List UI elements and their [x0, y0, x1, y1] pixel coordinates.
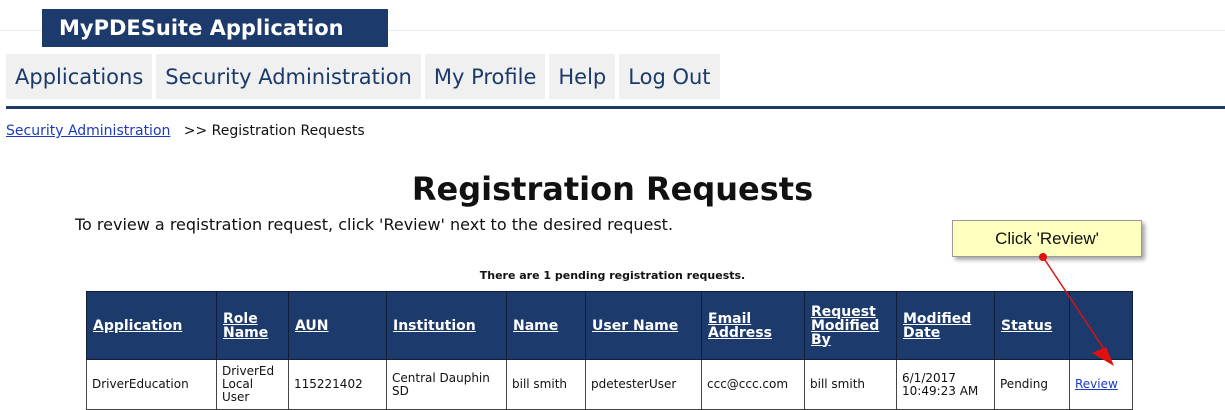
cell-role-name: DriverEd Local User — [216, 359, 289, 410]
col-header-user-name[interactable]: User Name — [585, 291, 702, 360]
breadcrumb-current: Registration Requests — [211, 123, 365, 139]
col-header-aun[interactable]: AUN — [288, 291, 387, 360]
nav-applications[interactable]: Applications — [6, 54, 153, 99]
cell-email: ccc@ccc.com — [701, 359, 805, 410]
page-title: Registration Requests — [411, 170, 814, 208]
col-header-action — [1069, 291, 1133, 360]
cell-aun: 115221402 — [288, 359, 387, 410]
app-title: MyPDESuite Application — [42, 9, 388, 47]
nav-my-profile[interactable]: My Profile — [424, 54, 546, 99]
cell-application: DriverEducation — [86, 359, 217, 410]
cell-user-name: pdetesterUser — [585, 359, 702, 410]
registration-requests-table: Application Role Name AUN Institution Na… — [86, 291, 1133, 410]
breadcrumb-separator: >> — [183, 123, 208, 139]
cell-modified-date: 6/1/2017 10:49:23 AM — [896, 359, 995, 410]
callout-tooltip: Click 'Review' — [952, 220, 1142, 257]
breadcrumb-link-security-administration[interactable]: Security Administration — [6, 123, 170, 139]
cell-institution: Central Dauphin SD — [386, 359, 507, 410]
cell-status: Pending — [994, 359, 1070, 410]
col-header-request-modified-by[interactable]: Request Modified By — [804, 291, 897, 360]
nav-security-administration[interactable]: Security Administration — [156, 54, 421, 99]
table-row: DriverEducation DriverEd Local User 1152… — [86, 359, 1133, 410]
main-nav: Applications Security Administration My … — [6, 54, 724, 99]
instructions-text: To review a reqistration request, click … — [75, 215, 674, 234]
table-header-row: Application Role Name AUN Institution Na… — [86, 291, 1133, 360]
col-header-status[interactable]: Status — [994, 291, 1070, 360]
nav-log-out[interactable]: Log Out — [619, 54, 720, 99]
breadcrumb: Security Administration >> Registration … — [6, 123, 365, 139]
cell-name: bill smith — [506, 359, 586, 410]
pending-count-note: There are 1 pending registration request… — [479, 269, 746, 282]
col-header-application[interactable]: Application — [86, 291, 217, 360]
cell-action: Review — [1069, 359, 1133, 410]
col-header-institution[interactable]: Institution — [386, 291, 507, 360]
cell-modified-by: bill smith — [804, 359, 897, 410]
col-header-role-name[interactable]: Role Name — [216, 291, 289, 360]
col-header-name[interactable]: Name — [506, 291, 586, 360]
nav-help[interactable]: Help — [549, 54, 616, 99]
col-header-email-address[interactable]: Email Address — [701, 291, 805, 360]
col-header-modified-date[interactable]: Modified Date — [896, 291, 995, 360]
review-link[interactable]: Review — [1075, 377, 1118, 391]
nav-divider — [6, 106, 1225, 109]
